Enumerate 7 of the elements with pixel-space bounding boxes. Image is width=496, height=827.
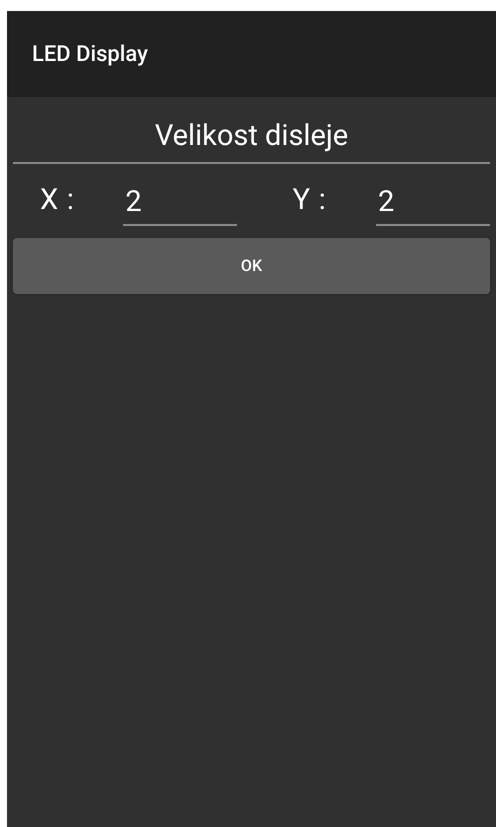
ok-button[interactable]: OK: [13, 238, 490, 294]
field-label: X :: [39, 182, 76, 219]
app-title: LED Display: [32, 40, 148, 68]
field-label: Y :: [292, 182, 328, 219]
input-field[interactable]: 2: [123, 174, 238, 226]
input-field[interactable]: 2: [376, 174, 490, 226]
heading: Velikost disleje: [13, 97, 490, 164]
